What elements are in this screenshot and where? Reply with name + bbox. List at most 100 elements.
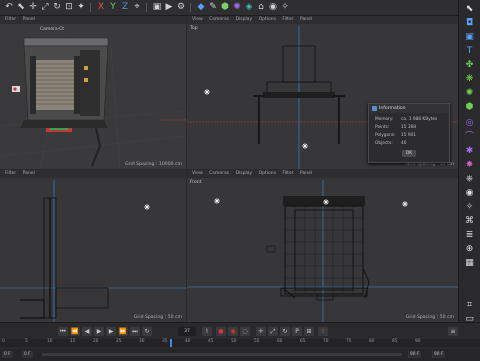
previous-key-icon[interactable]: ⏪ — [70, 327, 80, 336]
perspective-viewport[interactable]: Filter Panel Camera·Ct Grid Spacing: 10… — [0, 16, 186, 169]
ruler-tick: 70 — [323, 339, 329, 344]
loading-dock-door-3d — [12, 37, 109, 167]
motion-system-icon[interactable]: ⫶ — [318, 327, 328, 336]
render-picture-viewer-icon[interactable]: ▶ — [164, 2, 174, 12]
rotation-key-icon[interactable]: ↻ — [280, 327, 290, 336]
position-key-icon[interactable]: ✛ — [256, 327, 266, 336]
range-slider[interactable] — [42, 353, 402, 356]
array-icon[interactable]: ✺ — [232, 2, 242, 12]
array-icon[interactable]: ❋ — [464, 74, 475, 85]
ruler-tick: 5 — [25, 339, 28, 344]
axis-z-button[interactable]: Z — [120, 2, 130, 12]
ruler-tick: 15 — [70, 339, 76, 344]
scale-key-icon[interactable]: ⤢ — [268, 327, 278, 336]
go-to-start-icon[interactable]: ⏮ — [58, 327, 68, 336]
next-frame-icon[interactable]: ▶ — [106, 327, 116, 336]
ruler-tick: 55 — [254, 339, 260, 344]
parameter-key-icon[interactable]: P — [292, 327, 302, 336]
start-frame-field[interactable]: 0 F — [2, 351, 13, 358]
frame-range-bar: 0 F 0 F 90 F 90 F — [0, 349, 480, 361]
ruler-tick: 30 — [139, 339, 145, 344]
field-icon[interactable]: ✸ — [464, 160, 475, 171]
ruler-tick: 25 — [116, 339, 122, 344]
axis-y-button[interactable]: Y — [108, 2, 118, 12]
ruler-tick: 0 — [2, 339, 5, 344]
coordinate-system-icon[interactable]: ⌖ — [132, 2, 142, 12]
key-icon[interactable]: ⌇ — [202, 327, 212, 336]
camera-label: Camera·Ct — [40, 27, 64, 32]
timeline-ruler[interactable]: 0 5 10 15 20 25 30 35 40 45 50 55 60 65 … — [0, 339, 480, 347]
loop-icon[interactable]: ↻ — [142, 327, 152, 336]
twist-icon[interactable]: ✱ — [464, 146, 475, 157]
previous-frame-icon[interactable]: ◀ — [82, 327, 92, 336]
info-label-objects: Objects: — [375, 141, 393, 146]
recent-tools-icon[interactable]: ✦ — [76, 2, 86, 12]
tag-icon[interactable]: ⌘ — [464, 216, 475, 227]
point-mode-icon[interactable]: ◘ — [464, 18, 475, 29]
rotate-icon[interactable]: ↻ — [52, 2, 62, 12]
go-to-end-icon[interactable]: ⏭ — [130, 327, 140, 336]
right-viewport[interactable]: Filter Panel Grid Spacing : 50 cm — [0, 170, 186, 322]
autokey-icon[interactable]: ◉ — [228, 327, 238, 336]
playhead[interactable] — [170, 339, 172, 347]
main-toolbar: ↶ ⬉ ✛ ⤢ ↻ ⊡ ✦ X Y Z ⌖ ▣ ▶ ⚙ ◆ ✎ ⬢ ✺ ◈ ⌂ … — [0, 0, 458, 16]
bend-icon[interactable]: ⌒ — [464, 132, 475, 143]
undo-icon[interactable]: ↶ — [4, 2, 14, 12]
snap-icon[interactable]: ⊕ — [464, 244, 475, 255]
grid-spacing-right: Grid Spacing : 50 cm — [133, 315, 182, 320]
boole-icon[interactable]: ⬢ — [464, 102, 475, 113]
move-icon[interactable]: ✛ — [28, 2, 38, 12]
scale-tool-icon[interactable]: ⊡ — [64, 2, 74, 12]
text-object-icon[interactable]: T — [464, 46, 475, 57]
deformer-icon[interactable]: ◎ — [464, 118, 475, 129]
camera-icon[interactable]: ◉ — [268, 2, 278, 12]
info-icon — [372, 106, 377, 111]
record-icon[interactable]: ● — [216, 327, 226, 336]
info-value-memory: ca. 1 988 KBytes — [401, 117, 438, 122]
layer-icon[interactable]: ≣ — [464, 230, 475, 241]
generator-icon[interactable]: ✤ — [464, 60, 475, 71]
preview-end-field[interactable]: 90 F — [408, 351, 422, 358]
timeline-menu-icon[interactable]: ≡ — [448, 327, 458, 336]
current-frame-field[interactable]: 37 — [178, 327, 196, 336]
scene-icon[interactable]: ⎈ — [464, 174, 475, 185]
light-icon[interactable]: ✧ — [464, 202, 475, 213]
info-value-polygons: 15 901 — [401, 133, 417, 138]
selection-icon[interactable]: ⬉ — [464, 4, 475, 15]
object-palette: ⬉ ◘ ▣ T ✤ ❋ ✺ ⬢ ◎ ⌒ ✱ ✸ ⎈ ◉ ✧ ⌘ ≣ ⊕ ▦ ⌗ … — [458, 0, 480, 330]
keyframe-selection-icon[interactable]: ◌ — [240, 327, 250, 336]
next-key-icon[interactable]: ⏩ — [118, 327, 128, 336]
perspective-scene — [0, 35, 186, 169]
timeline-panel: ⏮ ⏪ ◀ ▶ ▶ ⏩ ⏭ ↻ 37 ⌇ ● ◉ ◌ ✛ ⤢ ↻ P ⊞ ⫶ ≡… — [0, 322, 480, 361]
workplane-icon[interactable]: ▦ — [464, 258, 475, 269]
ok-button[interactable]: OK — [402, 150, 416, 157]
information-dialog: Information Memory: ca. 1 988 KBytes Poi… — [368, 103, 450, 163]
end-frame-field[interactable]: 90 F — [432, 351, 446, 358]
cube-icon[interactable]: ◆ — [196, 2, 206, 12]
camera-icon[interactable]: ◉ — [464, 188, 475, 199]
ruler-tick: 45 — [208, 339, 214, 344]
info-label-polygons: Polygons: — [375, 133, 396, 138]
ruler-tick: 50 — [231, 339, 237, 344]
render-settings-icon[interactable]: ⚙ — [176, 2, 186, 12]
point-level-icon[interactable]: ⊞ — [304, 327, 314, 336]
pen-icon[interactable]: ✎ — [208, 2, 218, 12]
subdivision-icon[interactable]: ⬢ — [220, 2, 230, 12]
cube-object-icon[interactable]: ▣ — [464, 32, 475, 43]
dialog-title: Information — [369, 104, 449, 113]
light-icon[interactable]: ✧ — [280, 2, 290, 12]
scale-icon[interactable]: ⤢ — [40, 2, 50, 12]
python-icon[interactable]: ⌗ — [464, 300, 475, 311]
preview-start-field[interactable]: 0 F — [22, 351, 33, 358]
live-selection-icon[interactable]: ⬉ — [16, 2, 26, 12]
front-viewport[interactable]: View Cameras Display Options Filter Pane… — [187, 170, 458, 322]
cloner-icon[interactable]: ✺ — [464, 88, 475, 99]
render-view-icon[interactable]: ▣ — [152, 2, 162, 12]
light-gizmo — [144, 204, 150, 210]
deformer-icon[interactable]: ◈ — [244, 2, 254, 12]
right-scene — [0, 180, 186, 322]
front-scene — [187, 180, 458, 322]
play-icon[interactable]: ▶ — [94, 327, 104, 336]
scene-icon[interactable]: ⌂ — [256, 2, 266, 12]
axis-x-button[interactable]: X — [96, 2, 106, 12]
